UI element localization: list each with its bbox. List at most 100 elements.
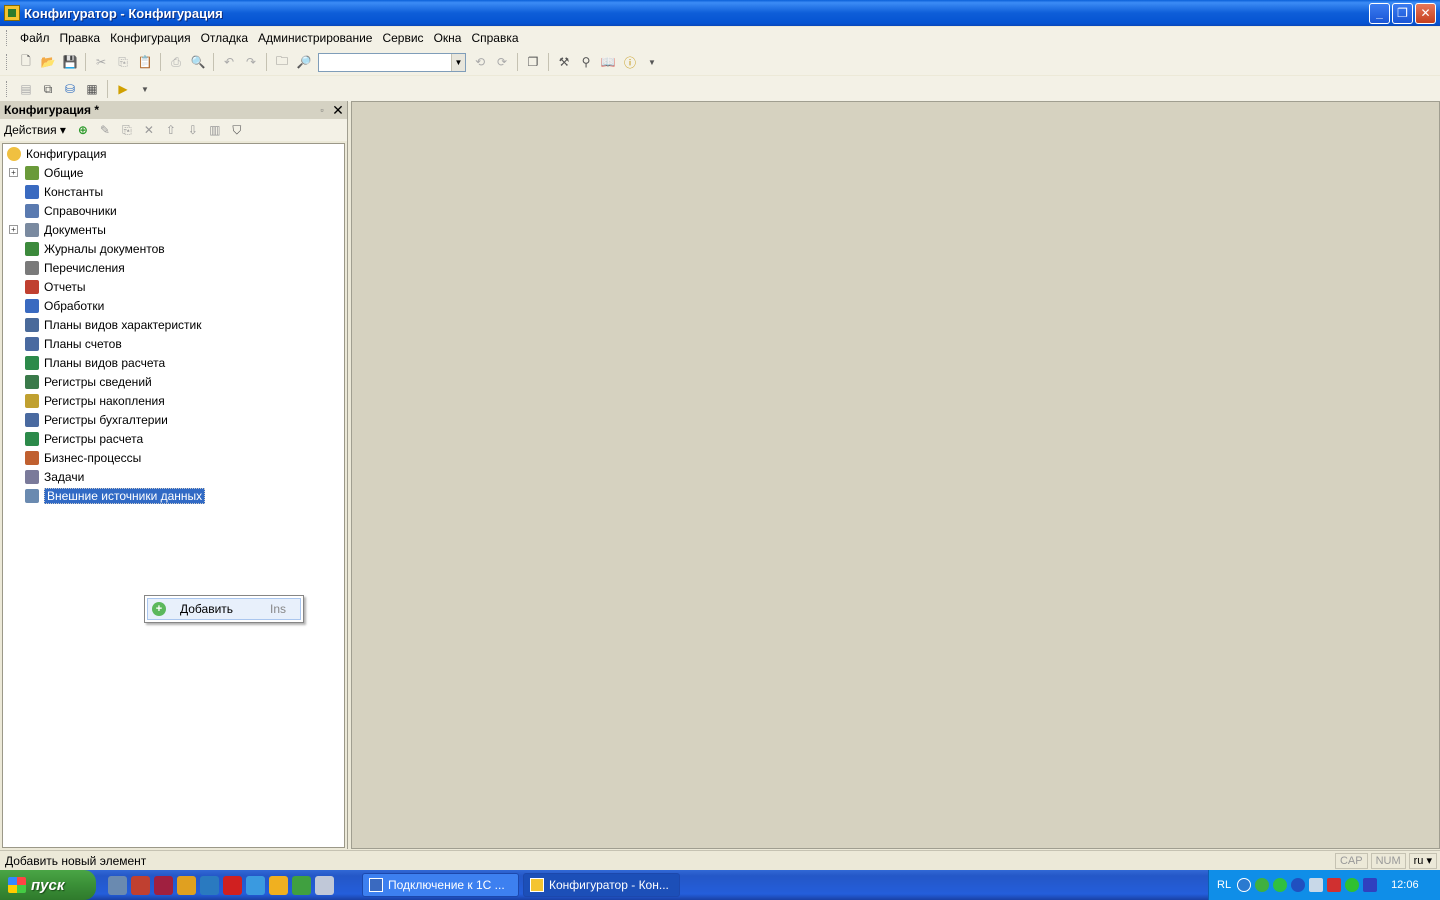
tree-item[interactable]: Регистры сведений (25, 373, 152, 391)
menu-administration[interactable]: Администрирование (253, 31, 377, 45)
folder-icon[interactable] (177, 875, 196, 895)
print-icon[interactable]: ⎙ (166, 52, 186, 72)
find-next-icon[interactable]: ⟲ (470, 52, 490, 72)
close-button[interactable]: ✕ (1415, 2, 1436, 24)
menu-edit[interactable]: Правка (55, 31, 106, 45)
tree-item[interactable]: Внешние источники данных (25, 487, 206, 505)
task-configurator[interactable]: Конфигуратор - Кон... (523, 873, 680, 897)
module-icon[interactable]: ▤ (16, 79, 36, 99)
tray-language[interactable]: RL (1217, 879, 1231, 891)
browser-icon[interactable] (200, 875, 219, 895)
mail-icon[interactable] (131, 875, 150, 895)
search-icon[interactable]: 🔎 (294, 52, 314, 72)
copy-icon[interactable]: ⎘ (113, 52, 133, 72)
run-debug-icon[interactable]: ▶ (113, 79, 133, 99)
open-file-icon[interactable]: 📂 (38, 52, 58, 72)
database-icon[interactable]: ⛁ (60, 79, 80, 99)
chat-icon[interactable] (1273, 878, 1288, 892)
redo-icon[interactable]: ↷ (241, 52, 261, 72)
chevron-down-icon[interactable]: ▼ (451, 53, 465, 71)
print-preview-icon[interactable]: 🔍 (188, 52, 208, 72)
info-icon[interactable]: ⓘ (620, 52, 640, 72)
tree-item[interactable]: Регистры бухгалтерии (25, 411, 168, 429)
minimize-button[interactable]: _ (1369, 2, 1390, 24)
metadata-type-icon (25, 242, 39, 256)
sort-icon[interactable]: ▥ (205, 121, 225, 139)
network-icon[interactable] (1309, 878, 1324, 892)
tree-item[interactable]: Обработки (25, 297, 104, 315)
menu-help[interactable]: Справка (466, 31, 523, 45)
tree-root[interactable]: Конфигурация (7, 145, 107, 163)
panel-close-icon[interactable]: ✕ (329, 102, 347, 119)
filter-icon[interactable]: ⛉ (227, 121, 247, 139)
find-in-files-icon[interactable]: 🗀 (272, 52, 292, 72)
tree-item[interactable]: Регистры расчета (25, 430, 143, 448)
tree-expander-icon[interactable]: + (9, 168, 18, 177)
wifi-icon[interactable] (1345, 878, 1360, 892)
tree-item[interactable]: Отчеты (25, 278, 85, 296)
start-button[interactable]: пуск (0, 870, 96, 900)
add-icon[interactable]: ⊕ (73, 121, 93, 139)
menu-service[interactable]: Сервис (377, 31, 428, 45)
copy-item-icon[interactable]: ⎘ (117, 121, 137, 139)
task-connection[interactable]: Подключение к 1С ... (362, 873, 519, 897)
syntax-helper-icon[interactable]: ⚒ (554, 52, 574, 72)
table-icon[interactable]: ▦ (82, 79, 102, 99)
menu-configuration[interactable]: Конфигурация (105, 31, 196, 45)
document-icon[interactable] (315, 875, 334, 895)
chrome-icon[interactable] (292, 875, 311, 895)
tree-item[interactable]: Планы видов характеристик (25, 316, 201, 334)
internet-explorer-icon[interactable] (246, 875, 265, 895)
tree-item[interactable]: Общие (25, 164, 83, 182)
sync-icon[interactable] (1363, 878, 1378, 892)
tree-item[interactable]: Бизнес-процессы (25, 449, 141, 467)
antivirus-icon[interactable] (1327, 878, 1342, 892)
restore-button[interactable]: ❐ (1392, 2, 1413, 24)
tree-item[interactable]: Документы (25, 221, 106, 239)
pin-icon[interactable]: ▫ (315, 105, 329, 115)
monitor-icon[interactable] (154, 875, 173, 895)
undo-icon[interactable]: ↶ (219, 52, 239, 72)
tree-expander-icon[interactable]: + (9, 225, 18, 234)
menu-file[interactable]: Файл (15, 31, 55, 45)
chevron-down-icon[interactable]: ▼ (135, 79, 155, 99)
search-help-icon[interactable]: ⚲ (576, 52, 596, 72)
chevron-down-icon[interactable]: ▼ (642, 52, 662, 72)
metadata-type-icon (25, 318, 39, 332)
save-icon[interactable]: 💾 (60, 52, 80, 72)
tree-item[interactable]: Справочники (25, 202, 117, 220)
tree-item[interactable]: Планы видов расчета (25, 354, 165, 372)
cut-icon[interactable]: ✂ (91, 52, 111, 72)
help-content-icon[interactable]: 📖 (598, 52, 618, 72)
search-combo[interactable]: ▼ (318, 52, 466, 72)
find-previous-icon[interactable]: ⟳ (492, 52, 512, 72)
new-file-icon[interactable]: 🗋 (16, 52, 36, 72)
shield-icon[interactable] (1255, 878, 1270, 892)
tree-item[interactable]: Перечисления (25, 259, 125, 277)
delete-icon[interactable]: ✕ (139, 121, 159, 139)
tools-icon[interactable] (108, 875, 127, 895)
search-input[interactable] (319, 53, 449, 71)
move-down-icon[interactable]: ⇩ (183, 121, 203, 139)
tree-item[interactable]: Регистры накопления (25, 392, 165, 410)
tree-item[interactable]: Задачи (25, 468, 84, 486)
onec-icon[interactable] (269, 875, 288, 895)
compare-icon[interactable]: ⧉ (38, 79, 58, 99)
tree-item[interactable]: Журналы документов (25, 240, 165, 258)
app-x-icon[interactable] (223, 875, 242, 895)
bluetooth-icon[interactable] (1291, 878, 1306, 892)
tree-item[interactable]: Планы счетов (25, 335, 122, 353)
tree-item[interactable]: Константы (25, 183, 103, 201)
back-icon[interactable] (1237, 878, 1252, 892)
move-up-icon[interactable]: ⇧ (161, 121, 181, 139)
actions-menu-button[interactable]: Действия ▾ (4, 123, 66, 137)
context-menu: + Добавить Ins (144, 595, 304, 623)
context-menu-add[interactable]: + Добавить Ins (147, 598, 301, 620)
menu-debug[interactable]: Отладка (196, 31, 253, 45)
window-title: Конфигуратор - Конфигурация (24, 5, 223, 21)
edit-icon[interactable]: ✎ (95, 121, 115, 139)
windows-icon[interactable]: ❐ (523, 52, 543, 72)
menu-windows[interactable]: Окна (429, 31, 467, 45)
language-selector[interactable]: ru ▾ (1408, 852, 1437, 869)
paste-icon[interactable]: 📋 (135, 52, 155, 72)
